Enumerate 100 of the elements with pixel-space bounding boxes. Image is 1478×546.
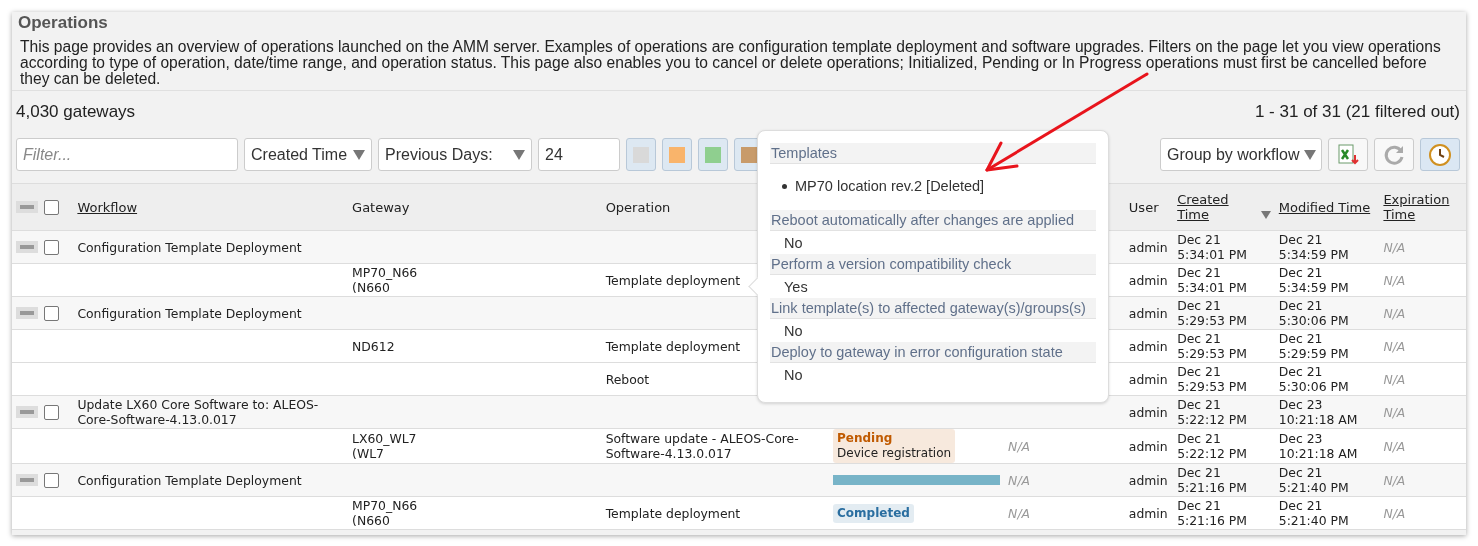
expiration-time-cell: N/A — [1383, 338, 1406, 354]
status-detail: Device registration — [837, 446, 952, 461]
created-time-cell-text: Dec 21 5:21:16 PM — [1177, 465, 1248, 495]
progress-cell: N/A — [1008, 438, 1031, 454]
column-header[interactable]: Modified Time — [1278, 199, 1371, 215]
column-header[interactable]: User — [1128, 199, 1159, 215]
operation-cell: Template deployment — [605, 272, 741, 288]
user-cell: admin — [1128, 338, 1168, 354]
bullet-icon — [782, 183, 787, 189]
modified-time-cell-text: Dec 23 10:21:18 AM — [1278, 431, 1359, 461]
column-header[interactable]: Gateway — [352, 199, 410, 215]
modified-time-cell-text: Dec 21 5:21:40 PM — [1278, 498, 1350, 528]
modified-time-cell-text: Dec 21 5:30:06 PM — [1278, 298, 1350, 328]
row-checkbox[interactable] — [44, 404, 60, 420]
progress-cell: N/A — [1008, 472, 1031, 488]
period-dropdown[interactable]: Previous Days: — [378, 138, 532, 171]
status-label: Completed — [837, 505, 910, 521]
page-description: This page provides an overview of operations launched on the AMM server. Examples of operations are configuration template deployment and software upgrades. Filters on the page let you view operations according to type of operation, date/time range, and operation status. This page also enables you to cancel or delete operations; Initialized, Pending or In Progress operations must first be cancelled before they can be deleted. — [20, 39, 1442, 87]
collapse-icon[interactable] — [16, 241, 38, 253]
expiration-time-cell: N/A — [1383, 404, 1406, 420]
modified-time-cell-text: Dec 21 5:29:59 PM — [1278, 331, 1350, 361]
collapse-icon[interactable] — [16, 474, 38, 486]
page-title: Operations — [18, 13, 109, 33]
popover-value: No — [783, 234, 804, 253]
created-time-cell-text: Dec 21 5:29:53 PM — [1177, 331, 1248, 361]
row-checkbox[interactable] — [44, 472, 60, 488]
operation-cell: Template deployment — [605, 338, 741, 354]
expiration-time-cell: N/A — [1383, 505, 1406, 521]
expiration-time-cell: N/A — [1383, 371, 1406, 387]
days-field[interactable]: 24 — [538, 138, 620, 171]
expiration-time-cell: N/A — [1383, 239, 1406, 255]
created-time-cell-text: Dec 21 5:34:01 PM — [1177, 265, 1248, 295]
gateway-cell-text: MP70_N66 (N660 — [352, 498, 419, 528]
modified-time-cell-text: Dec 23 10:21:18 AM — [1278, 397, 1359, 427]
export-button[interactable] — [1328, 138, 1368, 171]
user-cell: admin — [1128, 272, 1168, 288]
template-name: MP70 location rev.2 [Deleted] — [795, 178, 985, 194]
workflow-cell: Configuration Template Deployment — [77, 305, 302, 321]
collapse-icon[interactable] — [16, 406, 38, 418]
workflow-cell: Configuration Template Deployment — [77, 239, 302, 255]
user-cell: admin — [1128, 472, 1168, 488]
expiration-time-cell: N/A — [1383, 472, 1406, 488]
sort-descending-icon — [1260, 211, 1271, 219]
row-checkbox[interactable] — [44, 239, 60, 255]
modified-time-cell-text: Dec 21 5:21:40 PM — [1278, 465, 1350, 495]
gateway-cell-text: MP70_N66 (N660 — [352, 265, 419, 295]
column-header[interactable]: Created Time — [1177, 192, 1258, 222]
expiration-time-cell: N/A — [1383, 305, 1406, 321]
group-by-dropdown[interactable]: Group by workflow — [1160, 138, 1322, 171]
created-time-cell-text: Dec 21 5:29:53 PM — [1177, 364, 1248, 394]
modified-time-cell-text: Dec 21 5:34:59 PM — [1278, 232, 1350, 262]
user-cell: admin — [1128, 404, 1168, 420]
user-cell: admin — [1128, 305, 1168, 321]
refresh-button[interactable] — [1374, 138, 1414, 171]
auto-refresh-button[interactable] — [1420, 138, 1460, 171]
popover-value: No — [783, 366, 804, 385]
result-range: 1 - 31 of 31 (21 filtered out) — [1254, 102, 1460, 123]
popover-heading: Deploy to gateway in error configuration state — [770, 342, 1096, 363]
collapse-all-icon[interactable] — [16, 201, 38, 213]
collapse-icon[interactable] — [16, 307, 38, 319]
column-header[interactable]: Workflow — [77, 199, 138, 215]
operation-cell: Reboot — [605, 371, 650, 387]
popover-heading: Link template(s) to affected gateway(s)/groups(s) — [770, 298, 1096, 319]
operation-cell: Template deployment — [605, 505, 741, 521]
gateway-count: 4,030 gateways — [16, 102, 136, 123]
progress-cell: N/A — [1008, 505, 1031, 521]
created-time-cell-text: Dec 21 5:29:53 PM — [1177, 298, 1248, 328]
clock-icon — [1428, 142, 1452, 167]
popover-value: No — [783, 322, 804, 341]
status-filter-button[interactable] — [698, 138, 728, 171]
popover-heading: Perform a version compatibility check — [770, 254, 1096, 275]
popover-value: Yes — [783, 278, 809, 297]
user-cell: admin — [1128, 438, 1168, 454]
spreadsheet-export-icon — [1336, 142, 1360, 167]
created-time-cell-text: Dec 21 5:22:12 PM — [1177, 431, 1248, 461]
filter-field[interactable]: Filter... — [16, 138, 238, 171]
gateway-cell-text: LX60_WL7 (WL7 — [352, 431, 418, 461]
popover-heading: Reboot automatically after changes are applied — [770, 210, 1096, 231]
row-checkbox[interactable] — [44, 305, 60, 321]
status-filter-button[interactable] — [662, 138, 692, 171]
created-time-cell-text: Dec 21 5:34:01 PM — [1177, 232, 1248, 262]
user-cell: admin — [1128, 505, 1168, 521]
status-filter-button[interactable] — [626, 138, 656, 171]
time-field-dropdown[interactable]: Created Time — [244, 138, 372, 171]
user-cell: admin — [1128, 371, 1168, 387]
gateway-cell-text: ND612 — [352, 338, 396, 354]
workflow-cell: Configuration Template Deployment — [77, 472, 302, 488]
column-header[interactable]: Expiration Time — [1383, 192, 1462, 222]
created-time-cell-text: Dec 21 5:22:12 PM — [1177, 397, 1248, 427]
user-cell: admin — [1128, 239, 1168, 255]
expiration-time-cell: N/A — [1383, 272, 1406, 288]
select-all-checkbox[interactable] — [44, 199, 60, 215]
workflow-cell: Update LX60 Core Software to: ALEOS-Core-Software-4.13.0.017 — [77, 397, 319, 427]
created-time-cell-text: Dec 21 5:21:16 PM — [1177, 498, 1248, 528]
operation-cell: Software update - ALEOS-Core-Software-4.13.0.017 — [605, 431, 799, 461]
modified-time-cell-text: Dec 21 5:30:06 PM — [1278, 364, 1350, 394]
popover-heading: Templates — [770, 143, 1096, 164]
column-header[interactable]: Operation — [605, 199, 671, 215]
status-label: Pending — [837, 431, 894, 446]
expiration-time-cell: N/A — [1383, 438, 1406, 454]
